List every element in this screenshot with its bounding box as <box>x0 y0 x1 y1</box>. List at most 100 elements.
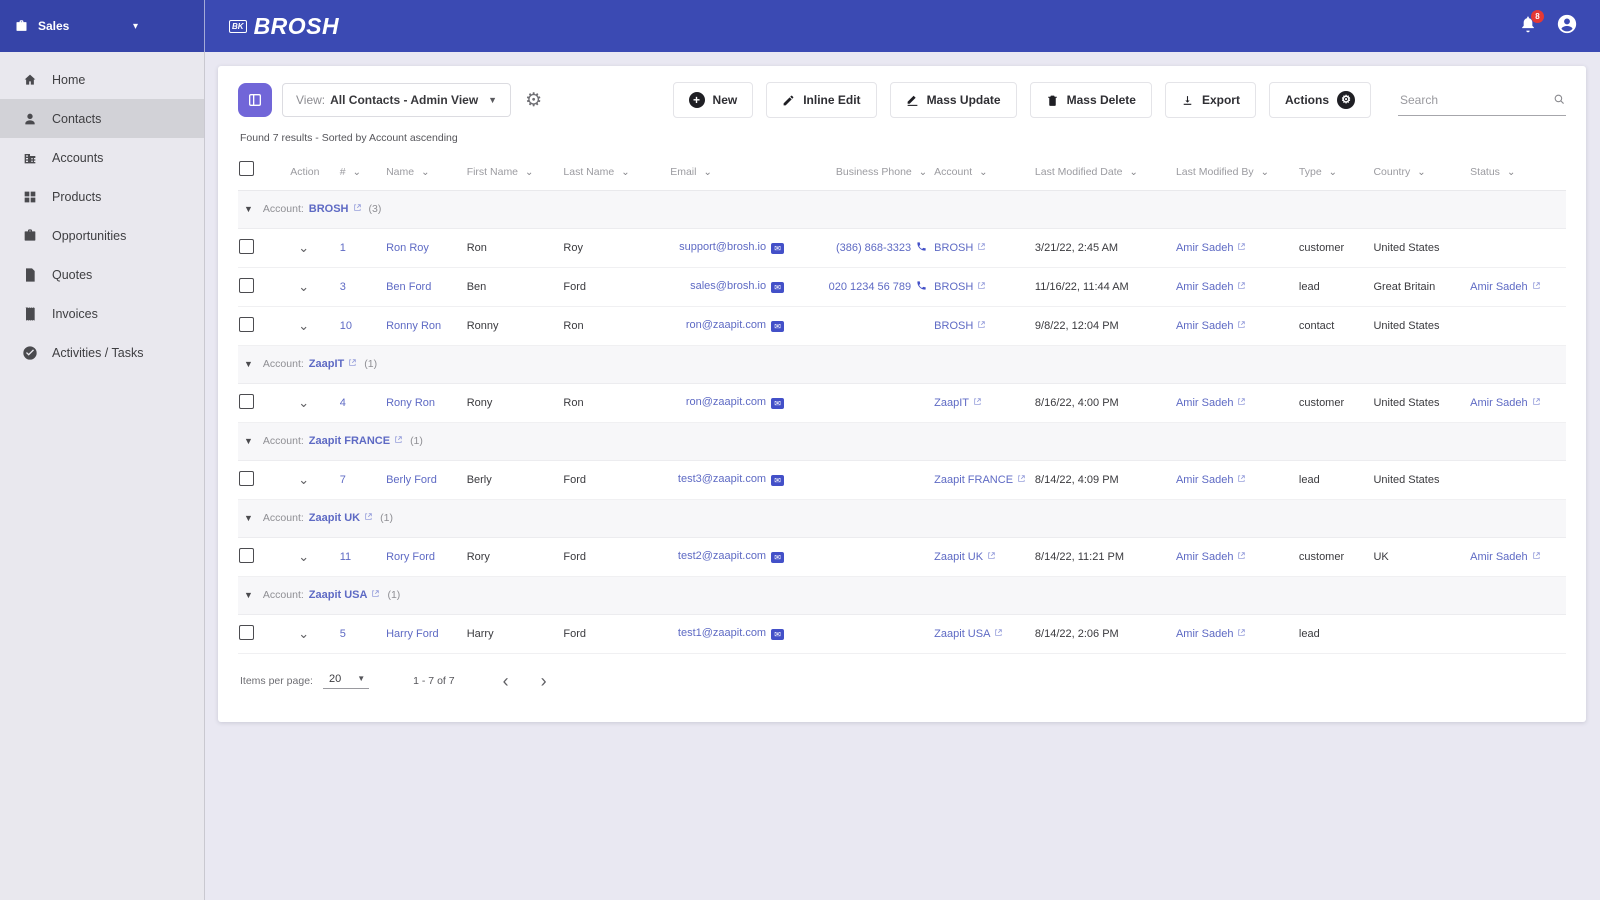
actions-button[interactable]: Actions ⚙ <box>1268 82 1371 118</box>
email-link[interactable]: ron@zaapit.com <box>686 319 766 331</box>
row-checkbox[interactable] <box>239 238 254 254</box>
column-header-email[interactable]: Email ⌄ <box>669 152 790 190</box>
sidebar-item-activities-tasks[interactable]: Activities / Tasks <box>0 333 204 372</box>
chevron-down-icon[interactable]: ⌄ <box>979 167 987 178</box>
phone-link[interactable]: (386) 868-3323 <box>836 242 911 254</box>
chevron-down-icon[interactable]: ⌄ <box>703 167 711 178</box>
account-button[interactable] <box>1556 13 1578 40</box>
chevron-down-icon[interactable]: ⌄ <box>1507 167 1515 178</box>
last-modified-by-link[interactable]: Amir Sadeh <box>1176 242 1233 254</box>
group-account-link[interactable]: BROSH <box>309 203 349 215</box>
group-account-link[interactable]: Zaapit FRANCE <box>309 435 390 447</box>
account-link[interactable]: BROSH <box>934 281 973 293</box>
sidebar-item-quotes[interactable]: Quotes <box>0 255 204 294</box>
row-checkbox[interactable] <box>239 470 254 486</box>
collapse-group-icon[interactable]: ▼ <box>244 513 253 523</box>
row-number-link[interactable]: 5 <box>340 628 346 640</box>
previous-page-button[interactable]: ‹ <box>503 672 509 690</box>
search-icon[interactable] <box>1553 93 1566 106</box>
chevron-down-icon[interactable]: ▾ <box>133 21 138 32</box>
last-modified-by-link[interactable]: Amir Sadeh <box>1176 320 1233 332</box>
email-link[interactable]: test2@zaapit.com <box>678 550 766 562</box>
contact-name-link[interactable]: Ron Roy <box>386 242 429 254</box>
group-account-link[interactable]: Zaapit UK <box>309 512 360 524</box>
chevron-down-icon[interactable]: ⌄ <box>1417 167 1425 178</box>
sidebar-item-home[interactable]: Home <box>0 60 204 99</box>
column-header-first-name[interactable]: First Name ⌄ <box>466 152 563 190</box>
expand-row-icon[interactable]: ⌄ <box>298 318 309 333</box>
column-header-business-phone[interactable]: Business Phone ⌄ <box>790 152 933 190</box>
last-modified-by-link[interactable]: Amir Sadeh <box>1176 474 1233 486</box>
next-page-button[interactable]: › <box>541 672 547 690</box>
email-link[interactable]: test1@zaapit.com <box>678 627 766 639</box>
workspace-switcher[interactable]: Sales ▾ <box>0 0 205 52</box>
expand-row-icon[interactable]: ⌄ <box>298 549 309 564</box>
email-link[interactable]: support@brosh.io <box>679 241 766 253</box>
collapse-group-icon[interactable]: ▼ <box>244 204 253 214</box>
contact-name-link[interactable]: Ronny Ron <box>386 320 441 332</box>
contact-name-link[interactable]: Berly Ford <box>386 474 437 486</box>
email-link[interactable]: test3@zaapit.com <box>678 473 766 485</box>
sidebar-item-accounts[interactable]: Accounts <box>0 138 204 177</box>
chevron-down-icon[interactable]: ⌄ <box>919 167 927 178</box>
account-link[interactable]: Zaapit FRANCE <box>934 474 1013 486</box>
row-number-link[interactable]: 11 <box>340 551 351 563</box>
expand-row-icon[interactable]: ⌄ <box>298 279 309 294</box>
chevron-down-icon[interactable]: ⌄ <box>1329 167 1337 178</box>
account-link[interactable]: ZaapIT <box>934 397 969 409</box>
column-header-number[interactable]: # ⌄ <box>339 152 385 190</box>
view-type-button[interactable] <box>238 83 272 117</box>
row-number-link[interactable]: 7 <box>340 474 346 486</box>
search-input[interactable] <box>1398 91 1553 108</box>
column-header-type[interactable]: Type ⌄ <box>1298 152 1373 190</box>
chevron-down-icon[interactable]: ⌄ <box>1261 167 1269 178</box>
mass-delete-button[interactable]: Mass Delete <box>1029 82 1152 118</box>
email-link[interactable]: sales@brosh.io <box>690 280 766 292</box>
contact-name-link[interactable]: Rony Ron <box>386 397 435 409</box>
row-checkbox[interactable] <box>239 547 254 563</box>
group-account-link[interactable]: ZaapIT <box>309 358 344 370</box>
chevron-down-icon[interactable]: ⌄ <box>421 167 429 178</box>
sidebar-item-opportunities[interactable]: Opportunities <box>0 216 204 255</box>
sidebar-item-products[interactable]: Products <box>0 177 204 216</box>
chevron-down-icon[interactable]: ⌄ <box>353 167 361 178</box>
new-button[interactable]: + New <box>672 82 754 118</box>
collapse-group-icon[interactable]: ▼ <box>244 436 253 446</box>
status-link[interactable]: Amir Sadeh <box>1470 397 1527 409</box>
chevron-down-icon[interactable]: ⌄ <box>525 167 533 178</box>
inline-edit-button[interactable]: Inline Edit <box>766 82 877 118</box>
collapse-group-icon[interactable]: ▼ <box>244 590 253 600</box>
contact-name-link[interactable]: Ben Ford <box>386 281 431 293</box>
row-checkbox[interactable] <box>239 277 254 293</box>
items-per-page-select[interactable]: 20 ▼ <box>322 673 370 689</box>
row-number-link[interactable]: 3 <box>340 281 346 293</box>
collapse-group-icon[interactable]: ▼ <box>244 359 253 369</box>
view-settings-gear-icon[interactable]: ⚙ <box>525 91 542 110</box>
expand-row-icon[interactable]: ⌄ <box>298 626 309 641</box>
row-number-link[interactable]: 4 <box>340 397 346 409</box>
chevron-down-icon[interactable]: ⌄ <box>1129 167 1137 178</box>
chevron-down-icon[interactable]: ⌄ <box>621 167 629 178</box>
last-modified-by-link[interactable]: Amir Sadeh <box>1176 628 1233 640</box>
column-header-action[interactable]: Action <box>276 152 338 190</box>
status-link[interactable]: Amir Sadeh <box>1470 281 1527 293</box>
column-header-last-modified-by[interactable]: Last Modified By ⌄ <box>1175 152 1298 190</box>
row-checkbox[interactable] <box>239 393 254 409</box>
column-header-status[interactable]: Status ⌄ <box>1469 152 1566 190</box>
expand-row-icon[interactable]: ⌄ <box>298 395 309 410</box>
column-header-country[interactable]: Country ⌄ <box>1372 152 1469 190</box>
select-all-checkbox[interactable] <box>239 160 254 176</box>
phone-link[interactable]: 020 1234 56 789 <box>829 281 912 293</box>
account-link[interactable]: BROSH <box>934 320 973 332</box>
notifications-button[interactable]: 8 <box>1518 9 1544 39</box>
account-link[interactable]: Zaapit USA <box>934 628 990 640</box>
account-link[interactable]: BROSH <box>934 242 973 254</box>
row-checkbox[interactable] <box>239 624 254 640</box>
sidebar-item-invoices[interactable]: Invoices <box>0 294 204 333</box>
row-number-link[interactable]: 1 <box>340 242 346 254</box>
column-header-name[interactable]: Name ⌄ <box>385 152 466 190</box>
status-link[interactable]: Amir Sadeh <box>1470 551 1527 563</box>
contact-name-link[interactable]: Rory Ford <box>386 551 435 563</box>
last-modified-by-link[interactable]: Amir Sadeh <box>1176 397 1233 409</box>
mass-update-button[interactable]: Mass Update <box>889 82 1017 118</box>
